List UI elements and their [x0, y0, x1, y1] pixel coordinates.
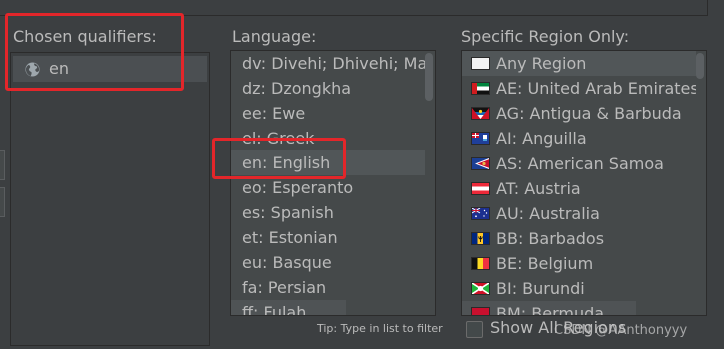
language-item[interactable]: ff: Fulah: [231, 300, 346, 315]
region-item[interactable]: BB: Barbados: [462, 226, 696, 251]
region-item[interactable]: BM: Bermuda: [462, 301, 636, 316]
language-scrollbar[interactable]: [425, 53, 433, 101]
region-item[interactable]: AI: Anguilla: [462, 126, 696, 151]
as-flag-icon: [471, 157, 490, 170]
region-item-text: AT: Austria: [496, 179, 581, 198]
language-item[interactable]: ee: Ewe: [231, 101, 425, 126]
highlight-box-qualifiers: [5, 13, 184, 91]
language-item[interactable]: dv: Divehi; Dhivehi; Maldivian: [231, 51, 425, 76]
region-list[interactable]: Any Region AE: United Arab Emirates AG: …: [461, 50, 707, 316]
ag-flag-icon: [471, 107, 490, 120]
language-item[interactable]: fa: Persian: [231, 275, 425, 300]
region-label: Specific Region Only:: [461, 27, 630, 46]
blank-flag-icon: [471, 57, 490, 70]
chosen-qualifiers-list[interactable]: en: [10, 52, 210, 346]
region-item-selected[interactable]: Any Region: [462, 51, 696, 76]
region-item[interactable]: AG: Antigua & Barbuda: [462, 101, 696, 126]
ae-flag-icon: [471, 82, 490, 95]
region-item-text: BM: Bermuda: [496, 304, 605, 316]
region-item[interactable]: AE: United Arab Emirates: [462, 76, 696, 101]
left-edge-button[interactable]: [0, 150, 5, 180]
region-item-text: AG: Antigua & Barbuda: [496, 104, 682, 123]
ai-flag-icon: [471, 132, 490, 145]
region-item-text: BI: Burundi: [496, 279, 585, 298]
region-item[interactable]: AT: Austria: [462, 176, 696, 201]
region-item-text: AE: United Arab Emirates: [496, 79, 696, 98]
region-item-text: AS: American Samoa: [496, 154, 664, 173]
au-flag-icon: [471, 207, 490, 220]
language-item[interactable]: et: Estonian: [231, 225, 425, 250]
region-item[interactable]: AU: Australia: [462, 201, 696, 226]
be-flag-icon: [471, 257, 490, 270]
region-item-text: BE: Belgium: [496, 254, 594, 273]
language-list[interactable]: dv: Divehi; Dhivehi; Maldivian dz: Dzong…: [230, 50, 436, 316]
filter-tip: Tip: Type in list to filter: [317, 322, 443, 335]
bb-flag-icon: [471, 232, 490, 245]
at-flag-icon: [471, 182, 490, 195]
language-item[interactable]: dz: Dzongkha: [231, 76, 425, 101]
region-item[interactable]: AS: American Samoa: [462, 151, 696, 176]
language-label: Language:: [232, 27, 317, 46]
language-item[interactable]: eu: Basque: [231, 250, 425, 275]
region-item-text: BB: Barbados: [496, 229, 605, 248]
highlight-box-language: [212, 138, 346, 179]
top-right-divider: [707, 0, 708, 16]
region-item-text: AU: Australia: [496, 204, 600, 223]
watermark: CSDN @AAnthonyyy: [554, 323, 688, 338]
region-item[interactable]: BI: Burundi: [462, 276, 696, 301]
region-item-text: Any Region: [496, 54, 587, 73]
region-item[interactable]: BE: Belgium: [462, 251, 696, 276]
left-edge-button[interactable]: [0, 187, 5, 217]
language-item[interactable]: es: Spanish: [231, 200, 425, 225]
region-item-text: AI: Anguilla: [496, 129, 587, 148]
show-all-regions-checkbox[interactable]: [466, 321, 483, 338]
bi-flag-icon: [471, 282, 490, 295]
region-scrollbar[interactable]: [696, 53, 704, 79]
bm-flag-icon: [471, 307, 490, 315]
